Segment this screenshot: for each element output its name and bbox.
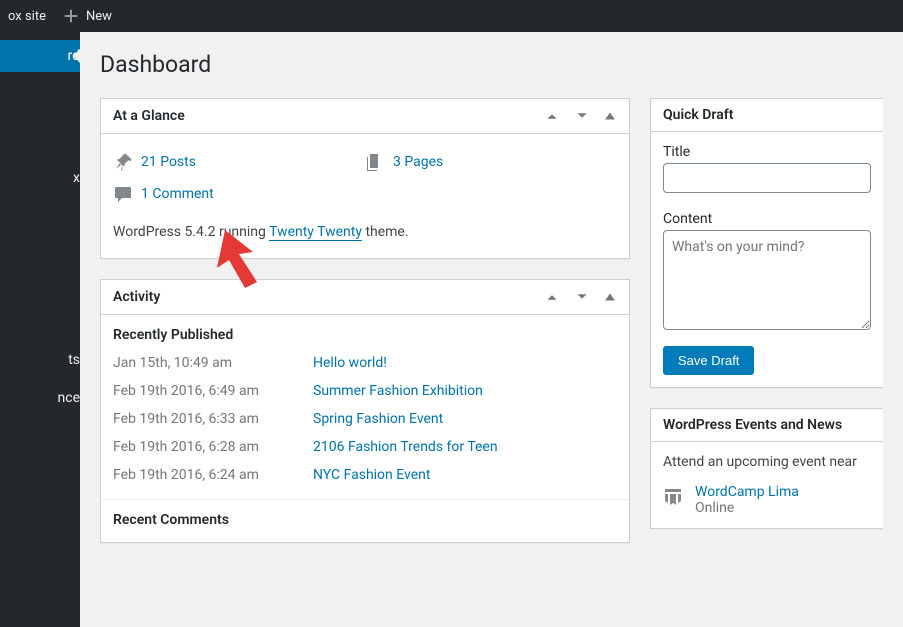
activity-box: Activity Recently Published Jan 15th, 10… [100,279,630,543]
activity-row: Feb 19th 2016, 6:28 am 2106 Fashion Tren… [113,433,617,461]
wp-version-line: WordPress 5.4.2 running Twenty Twenty th… [113,210,617,246]
admin-bar-site-label: ox site [8,9,46,24]
qd-title-input[interactable] [663,163,871,193]
qd-content-label: Content [663,211,871,227]
glance-posts-link[interactable]: 21 Posts [141,154,196,170]
events-intro: Attend an upcoming event near [663,454,871,470]
event-item: WordCamp Lima Online [663,470,871,516]
wordcamp-icon [663,486,683,506]
glance-pages-link[interactable]: 3 Pages [393,154,443,170]
activity-list: Jan 15th, 10:49 am Hello world! Feb 19th… [101,349,629,499]
quick-draft-box: Quick Draft Title Content Save Draft [650,98,883,388]
activity-date: Feb 19th 2016, 6:49 am [113,383,313,399]
sidebar-item-dashboard[interactable]: rd [0,40,80,72]
events-box: WordPress Events and News Attend an upco… [650,408,883,529]
pages-icon [365,152,385,172]
sidebar-item[interactable]: nce [0,382,80,414]
event-location: Online [695,500,734,516]
activity-row: Feb 19th 2016, 6:49 am Summer Fashion Ex… [113,377,617,405]
triangle-up-icon[interactable] [603,109,617,123]
quick-draft-title: Quick Draft [663,107,733,123]
content-area: Dashboard At a Glance 21 [80,32,903,563]
at-a-glance-box: At a Glance 21 Posts [100,98,630,259]
chevron-down-icon[interactable] [573,288,591,306]
event-link[interactable]: WordCamp Lima [695,484,799,500]
activity-row: Jan 15th, 10:49 am Hello world! [113,349,617,377]
glance-comments-link[interactable]: 1 Comment [141,186,214,202]
comment-icon [113,184,133,204]
activity-post-link[interactable]: Spring Fashion Event [313,411,443,427]
admin-bar-site[interactable]: ox site [0,0,54,32]
sidebar-item[interactable]: ts [0,344,80,376]
recently-published-heading: Recently Published [101,315,629,349]
chevron-up-icon[interactable] [543,107,561,125]
pushpin-icon [113,152,133,172]
admin-bar-new-label: New [86,9,112,24]
events-title: WordPress Events and News [663,417,842,433]
admin-bar-new[interactable]: New [54,0,120,32]
activity-row: Feb 19th 2016, 6:24 am NYC Fashion Event [113,461,617,489]
glance-comments[interactable]: 1 Comment [113,184,365,204]
triangle-up-icon[interactable] [603,290,617,304]
at-a-glance-title: At a Glance [113,108,185,124]
activity-title: Activity [113,289,160,305]
activity-header: Activity [101,280,629,315]
glance-posts[interactable]: 21 Posts [113,152,365,172]
sidebar-item[interactable]: x [0,162,80,194]
activity-row: Feb 19th 2016, 6:33 am Spring Fashion Ev… [113,405,617,433]
page-title: Dashboard [100,42,883,98]
theme-link[interactable]: Twenty Twenty [269,224,362,241]
activity-date: Feb 19th 2016, 6:33 am [113,411,313,427]
qd-content-textarea[interactable] [663,230,871,330]
glance-pages[interactable]: 3 Pages [365,152,617,172]
plus-icon [62,7,80,25]
save-draft-button[interactable]: Save Draft [663,346,754,375]
activity-post-link[interactable]: Summer Fashion Exhibition [313,383,483,399]
at-a-glance-header: At a Glance [101,99,629,134]
chevron-down-icon[interactable] [573,107,591,125]
activity-date: Feb 19th 2016, 6:24 am [113,467,313,483]
activity-date: Feb 19th 2016, 6:28 am [113,439,313,455]
recent-comments-heading: Recent Comments [101,500,629,542]
qd-title-label: Title [663,144,871,160]
chevron-up-icon[interactable] [543,288,561,306]
activity-date: Jan 15th, 10:49 am [113,355,313,371]
activity-post-link[interactable]: Hello world! [313,355,387,371]
activity-post-link[interactable]: NYC Fashion Event [313,467,430,483]
quick-draft-header: Quick Draft [651,99,883,132]
admin-sidebar: rd x ts nce [0,32,80,627]
events-header: WordPress Events and News [651,409,883,442]
admin-bar: ox site New [0,0,903,32]
activity-post-link[interactable]: 2106 Fashion Trends for Teen [313,439,498,455]
